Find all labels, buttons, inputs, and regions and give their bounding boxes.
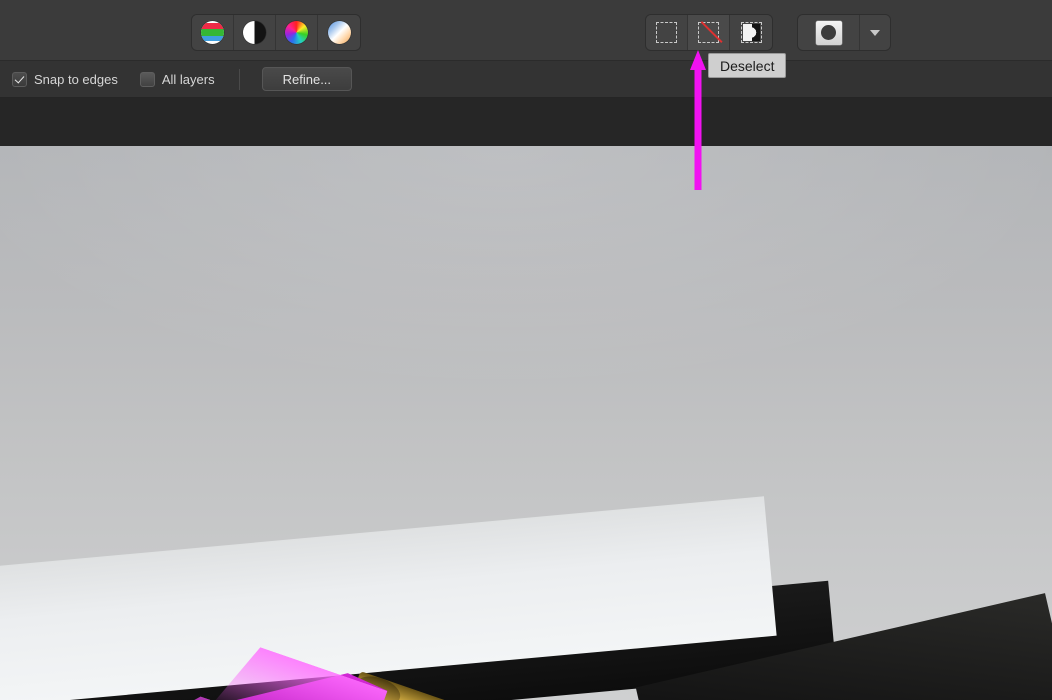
all-layers-label: All layers	[161, 71, 215, 87]
all-layers-option[interactable]: All layers	[139, 61, 215, 97]
options-divider	[238, 68, 240, 90]
selection-tool-group	[646, 15, 772, 50]
adjustment-tool-group	[192, 15, 360, 50]
tooltip-deselect: Deselect	[708, 53, 787, 78]
black-white-button[interactable]	[234, 15, 276, 50]
deselect-button[interactable]	[688, 15, 730, 50]
snap-to-edges-option[interactable]: Snap to edges	[12, 61, 118, 97]
refine-button-label: Refine...	[282, 71, 332, 87]
snap-to-edges-label: Snap to edges	[34, 71, 118, 87]
tooltip-label: Deselect	[720, 57, 775, 74]
refine-button[interactable]: Refine...	[261, 67, 353, 91]
photo-image	[0, 146, 1052, 700]
mask-preview-button[interactable]	[798, 15, 860, 50]
mask-preview-dropdown[interactable]	[860, 15, 890, 50]
rgb-channels-icon	[201, 21, 224, 44]
photo-background-sheen	[0, 146, 1052, 490]
deselect-icon	[698, 21, 723, 44]
rgb-channels-button[interactable]	[192, 15, 234, 50]
color-wheel-button[interactable]	[276, 15, 318, 50]
select-all-icon	[656, 22, 677, 43]
all-layers-checkbox[interactable]	[139, 71, 155, 87]
snap-to-edges-checkbox[interactable]	[12, 71, 27, 87]
black-white-icon	[243, 21, 266, 44]
chevron-down-icon	[870, 29, 880, 36]
options-bar: Snap to edges All layers Refine...	[0, 61, 1052, 98]
invert-selection-icon	[740, 22, 762, 43]
canvas-letterbox	[0, 98, 1052, 146]
invert-selection-button[interactable]	[730, 15, 772, 50]
application-window: Snap to edges All layers Refine... Desel…	[0, 0, 1052, 700]
mask-preview-group	[798, 15, 890, 50]
top-toolbar	[0, 0, 1052, 61]
canvas-area[interactable]	[0, 98, 1052, 700]
gradient-button[interactable]	[318, 15, 360, 50]
mask-preview-chip	[815, 20, 842, 45]
color-wheel-icon	[285, 21, 308, 44]
select-all-button[interactable]	[646, 15, 688, 50]
gradient-icon	[327, 21, 351, 44]
